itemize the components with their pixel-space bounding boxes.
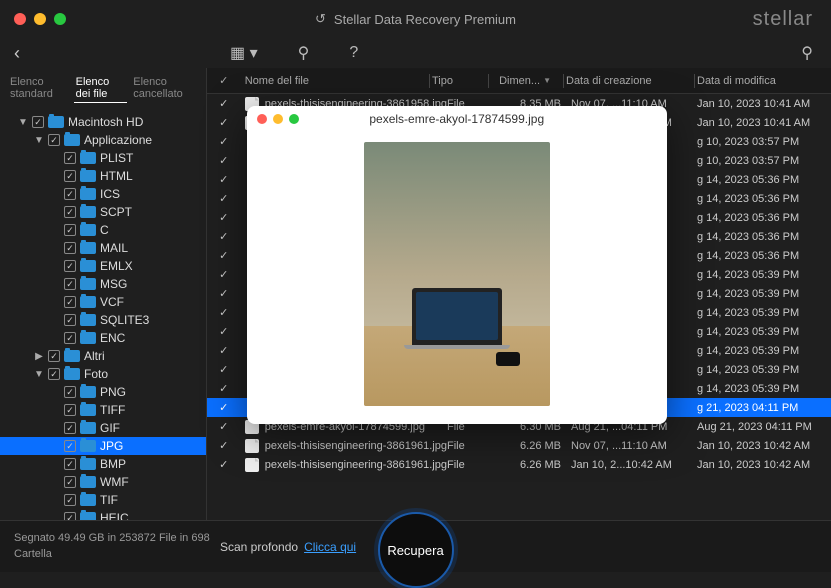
minimize-icon[interactable] [273,114,283,124]
tree-node[interactable]: ✓SQLITE3 [0,311,206,329]
file-header: ✓ Nome del file Tipo Dimen...▼ Data di c… [207,68,831,94]
back-button[interactable]: ‹ [14,43,20,64]
folder-tree: ▼✓Macintosh HD▼✓Applicazione✓PLIST✓HTML✓… [0,109,206,520]
col-modified[interactable]: Data di modifica [697,75,831,87]
tree-node[interactable]: ✓BMP [0,455,206,473]
tree-node[interactable]: ✓MSG [0,275,206,293]
tree-node[interactable]: ▼✓Applicazione [0,131,206,149]
titlebar: ↺ Stellar Data Recovery Premium stellar [0,0,831,38]
close-icon[interactable] [14,13,26,25]
preview-title: pexels-emre-akyol-17874599.jpg [369,112,544,126]
maximize-icon[interactable] [289,114,299,124]
tool-icon[interactable]: ⚲ [298,43,310,63]
tree-node[interactable]: ✓GIF [0,419,206,437]
sidebar: Elenco standard Elenco dei file Elenco c… [0,68,207,520]
preview-window[interactable]: pexels-emre-akyol-17874599.jpg [247,106,667,424]
tree-node[interactable]: ▼✓Foto [0,365,206,383]
search-icon[interactable]: ⚲ [801,43,813,63]
window-title: ↺ Stellar Data Recovery Premium [315,11,516,27]
tree-node[interactable]: ✓SCPT [0,203,206,221]
tree-node[interactable]: ✓TIF [0,491,206,509]
tree-node[interactable]: ✓TIFF [0,401,206,419]
tree-node[interactable]: ✓VCF [0,293,206,311]
tree-node[interactable]: ✓PLIST [0,149,206,167]
tree-node[interactable]: ✓ENC [0,329,206,347]
sidebar-tabs: Elenco standard Elenco dei file Elenco c… [0,68,206,109]
help-icon[interactable]: ? [349,44,358,62]
tree-node[interactable]: ✓WMF [0,473,206,491]
statusbar: Segnato 49.49 GB in 253872 File in 698 C… [0,520,831,572]
toolbar: ‹ ▦ ▾ ⚲ ? ⚲ [0,38,831,68]
tab-standard[interactable]: Elenco standard [8,74,70,103]
tree-node[interactable]: ✓MAIL [0,239,206,257]
tree-node[interactable]: ✓HTML [0,167,206,185]
brand-logo: stellar [753,8,813,31]
tree-node[interactable]: ✓EMLX [0,257,206,275]
grid-view-icon[interactable]: ▦ ▾ [230,43,258,63]
close-icon[interactable] [257,114,267,124]
preview-image [364,142,550,406]
tab-deleted[interactable]: Elenco cancellato [131,74,198,103]
deep-scan-link[interactable]: Clicca qui [304,540,356,554]
tree-node[interactable]: ▼✓Macintosh HD [0,113,206,131]
col-type[interactable]: Tipo [432,75,486,87]
table-row[interactable]: ✓pexels-thisisengineering-3861961.jpgFil… [207,436,831,455]
title-text: Stellar Data Recovery Premium [334,12,516,27]
undo-icon: ↺ [315,11,326,27]
col-name[interactable]: Nome del file [241,75,427,87]
tree-node[interactable]: ✓PNG [0,383,206,401]
col-created[interactable]: Data di creazione [566,75,692,87]
tree-node[interactable]: ✓ICS [0,185,206,203]
checkbox-all[interactable]: ✓ [219,75,228,87]
col-size[interactable]: Dimen...▼ [491,75,561,87]
recover-button[interactable]: Recupera [378,512,454,588]
tree-node[interactable]: ✓HEIC [0,509,206,520]
tab-files[interactable]: Elenco dei file [74,74,128,103]
minimize-icon[interactable] [34,13,46,25]
traffic-lights [14,13,66,25]
tree-node[interactable]: ▶✓Altri [0,347,206,365]
tree-node[interactable]: ✓C [0,221,206,239]
tree-node[interactable]: ✓JPG [0,437,206,455]
maximize-icon[interactable] [54,13,66,25]
status-text: Segnato 49.49 GB in 253872 File in 698 C… [14,531,210,562]
table-row[interactable]: ✓pexels-thisisengineering-3861961.jpgFil… [207,455,831,474]
deep-scan: Scan profondoClicca qui [220,540,356,554]
file-pane: ✓ Nome del file Tipo Dimen...▼ Data di c… [207,68,831,520]
